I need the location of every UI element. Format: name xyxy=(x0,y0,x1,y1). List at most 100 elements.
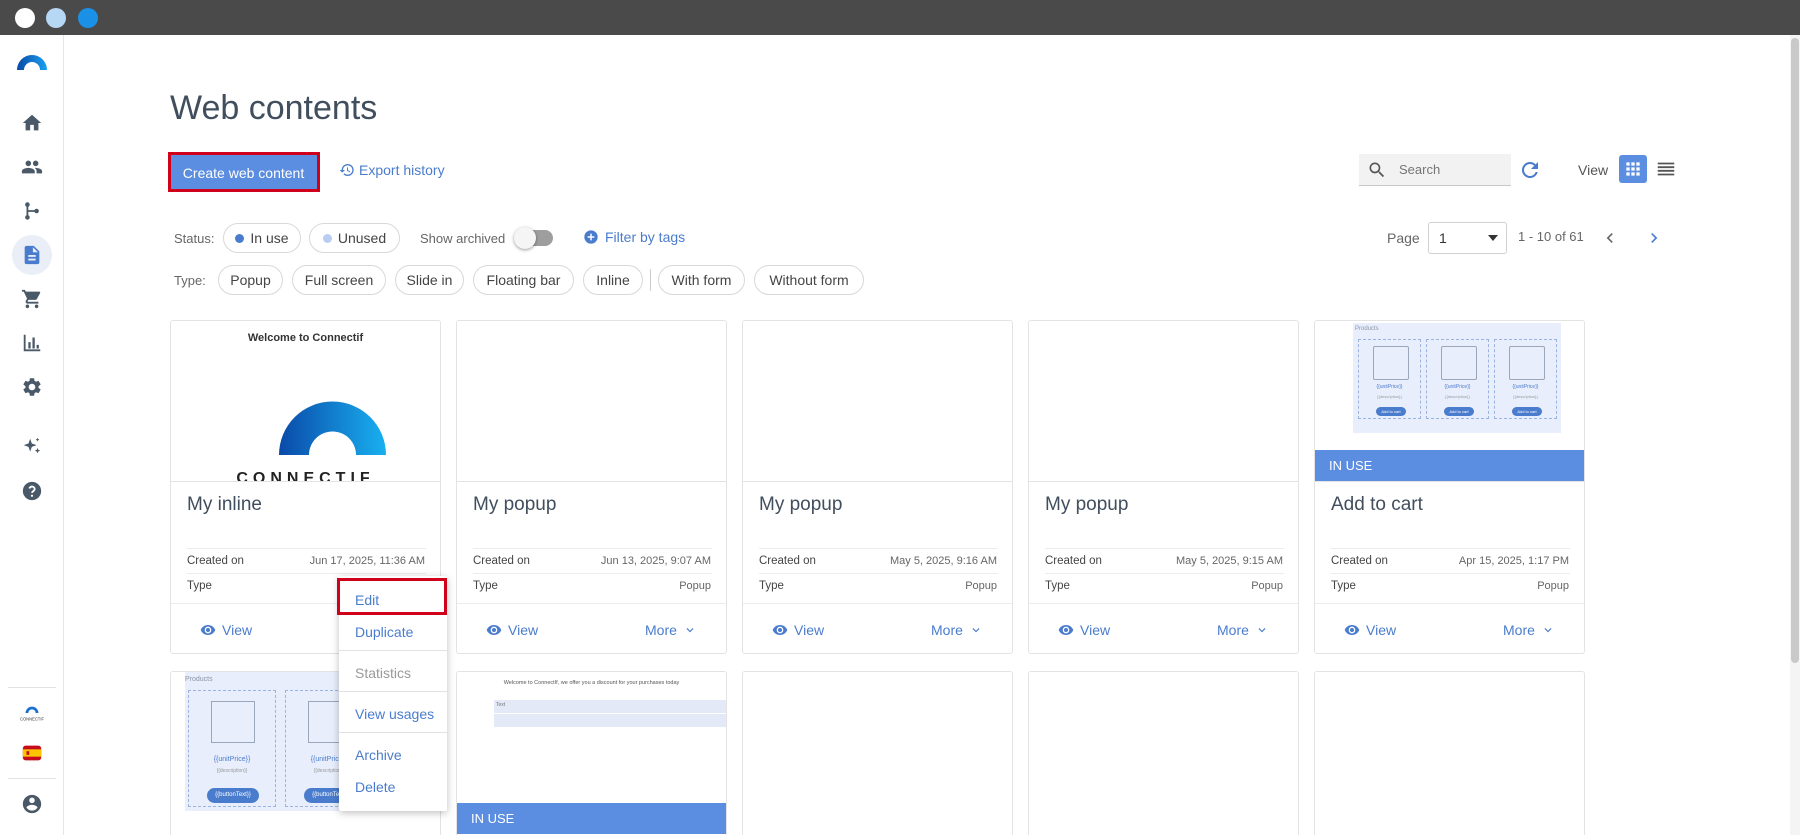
content-card[interactable]: Welcome to ConnectIf, we offer you a dis… xyxy=(456,671,727,835)
content-card[interactable] xyxy=(1028,671,1299,835)
status-chip-unused[interactable]: Unused xyxy=(309,223,400,253)
more-button[interactable]: More xyxy=(1217,622,1269,638)
content-card[interactable] xyxy=(742,671,1013,835)
created-on-value: Jun 17, 2025, 11:36 AM xyxy=(309,555,425,567)
created-on-value: Jun 13, 2025, 9:07 AM xyxy=(600,555,711,567)
sidebar-item-home[interactable] xyxy=(12,103,52,143)
cart-icon xyxy=(21,289,41,309)
type-filter-divider xyxy=(650,269,651,291)
card-name: My popup xyxy=(759,494,843,515)
view-button[interactable]: View xyxy=(1344,622,1396,638)
menu-item-archive[interactable]: Archive xyxy=(355,747,402,763)
sidebar-item-workflows[interactable] xyxy=(12,191,52,231)
menu-item-view-usages[interactable]: View usages xyxy=(355,706,434,722)
window-close-button[interactable] xyxy=(15,8,35,28)
card-footer-divider xyxy=(457,603,726,604)
sparkles-icon xyxy=(23,437,41,454)
menu-divider xyxy=(339,732,447,733)
card-divider xyxy=(1045,548,1284,549)
show-archived-toggle[interactable] xyxy=(514,227,553,249)
product-description: {{description}} xyxy=(216,768,248,774)
content-card[interactable]: My popup Created on May 5, 2025, 9:15 AM… xyxy=(1028,320,1299,654)
sidebar-item-cart[interactable] xyxy=(12,279,52,319)
view-button[interactable]: View xyxy=(772,622,824,638)
card-divider xyxy=(1331,548,1570,549)
created-on-label: Created on xyxy=(1331,555,1388,567)
grid-view-button[interactable] xyxy=(1619,155,1647,183)
connectif-logo-icon[interactable] xyxy=(15,52,49,72)
filter-by-tags-link[interactable]: Filter by tags xyxy=(583,229,685,245)
product-price: {{unitPrice}} xyxy=(1444,384,1471,390)
card-name: Add to cart xyxy=(1331,494,1423,515)
language-selector[interactable] xyxy=(12,733,52,773)
window-titlebar xyxy=(0,0,1800,35)
refresh-icon[interactable] xyxy=(1518,158,1542,182)
list-view-button[interactable] xyxy=(1652,155,1680,183)
type-chip-inline[interactable]: Inline xyxy=(583,265,643,295)
type-chip-popup[interactable]: Popup xyxy=(218,265,283,295)
search-input[interactable] xyxy=(1399,162,1499,177)
eye-icon xyxy=(200,625,216,635)
content-card[interactable]: My popup Created on Jun 13, 2025, 9:07 A… xyxy=(456,320,727,654)
product-slot: {{unitPrice}} {{description}} {{buttonTe… xyxy=(188,690,276,807)
view-button[interactable]: View xyxy=(200,622,252,638)
in-use-banner: IN USE xyxy=(1315,450,1584,481)
page-select[interactable]: 1 xyxy=(1428,222,1507,254)
window-minimize-button[interactable] xyxy=(46,8,66,28)
previous-page-icon[interactable] xyxy=(1600,228,1620,248)
type-chip-label: Full screen xyxy=(304,272,374,288)
menu-item-delete[interactable]: Delete xyxy=(355,779,395,795)
user-profile-button[interactable] xyxy=(12,784,52,824)
product-price: {{unitPrice}} xyxy=(1512,384,1539,390)
product-price: {{unitPrice}} xyxy=(1376,384,1403,390)
card-thumbnail xyxy=(1029,672,1298,835)
card-divider xyxy=(1331,573,1570,574)
card-name: My popup xyxy=(1045,494,1129,515)
sidebar-item-contacts[interactable] xyxy=(12,147,52,187)
sidebar-item-web-contents[interactable] xyxy=(12,235,52,275)
image-placeholder-icon xyxy=(1373,346,1409,380)
content-card[interactable]: Products {{unitPrice}} {{description}} A… xyxy=(1314,320,1585,654)
more-button[interactable]: More xyxy=(645,622,697,638)
add-to-cart-preview-button: Add to cart xyxy=(1376,407,1406,416)
eye-icon xyxy=(772,625,788,635)
unused-dot-icon xyxy=(322,233,332,243)
more-button[interactable]: More xyxy=(1503,622,1555,638)
sidebar-item-help[interactable] xyxy=(12,471,52,511)
search-box[interactable] xyxy=(1359,154,1511,186)
sidebar-item-reports[interactable] xyxy=(12,323,52,363)
page-scrollbar-thumb[interactable] xyxy=(1791,38,1799,663)
form-field-label: Text xyxy=(496,702,506,708)
menu-item-duplicate[interactable]: Duplicate xyxy=(355,624,413,640)
workflows-icon xyxy=(25,202,39,220)
more-label: More xyxy=(645,622,677,638)
status-chip-in-use[interactable]: In use xyxy=(223,223,301,253)
chevron-down-icon xyxy=(1544,628,1552,633)
type-chip-full-screen[interactable]: Full screen xyxy=(292,265,386,295)
view-label: View xyxy=(1366,622,1397,638)
type-chip-floating-bar[interactable]: Floating bar xyxy=(473,265,574,295)
card-thumbnail xyxy=(1029,321,1298,482)
view-button[interactable]: View xyxy=(486,622,538,638)
product-slot: {{unitPrice}} {{description}} Add to car… xyxy=(1358,339,1421,419)
view-button[interactable]: View xyxy=(1058,622,1110,638)
card-footer-divider xyxy=(1315,603,1584,604)
more-button[interactable]: More xyxy=(931,622,983,638)
thumbnail-text: Welcome to ConnectIf, we offer you a dis… xyxy=(503,680,680,686)
sidebar-item-settings[interactable] xyxy=(12,367,52,407)
window-maximize-button[interactable] xyxy=(78,8,98,28)
type-chip-without-form[interactable]: Without form xyxy=(754,265,864,295)
card-divider xyxy=(187,573,426,574)
export-history-link[interactable]: Export history xyxy=(339,162,445,178)
export-history-label: Export history xyxy=(359,162,445,178)
next-page-icon[interactable] xyxy=(1644,228,1664,248)
type-chip-with-form[interactable]: With form xyxy=(658,265,745,295)
type-chip-label: Floating bar xyxy=(486,272,561,288)
view-label: View xyxy=(1080,622,1111,638)
type-chip-slide-in[interactable]: Slide in xyxy=(395,265,464,295)
created-on-value: May 5, 2025, 9:15 AM xyxy=(1175,555,1283,567)
sidebar-item-ai[interactable] xyxy=(12,427,52,467)
content-card[interactable]: My popup Created on May 5, 2025, 9:16 AM… xyxy=(742,320,1013,654)
content-card[interactable] xyxy=(1314,671,1585,835)
account-switcher[interactable]: CONNECTIF xyxy=(12,693,52,733)
